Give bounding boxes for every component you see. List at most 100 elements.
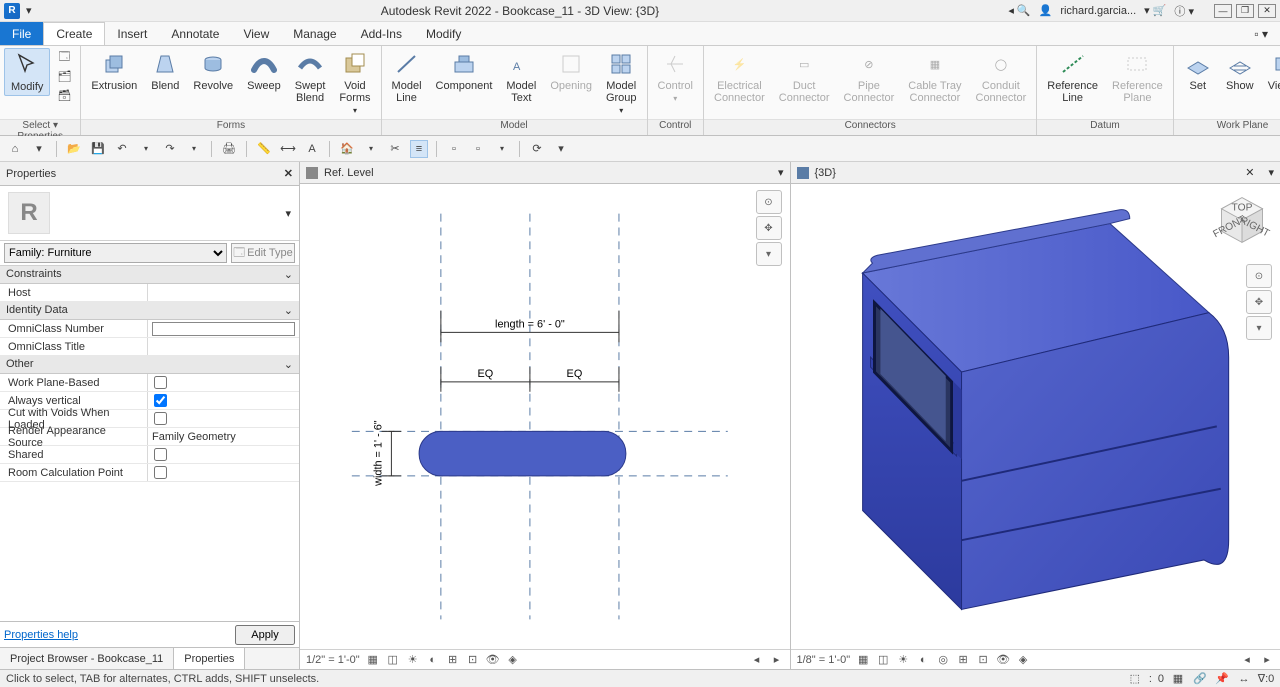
qat-customize-icon[interactable]: ▾ xyxy=(552,140,570,158)
type-properties-button[interactable]: 🗂 xyxy=(52,67,76,85)
modify-button[interactable]: Modify xyxy=(4,48,50,96)
sb-select-icon[interactable]: ⬚ xyxy=(1127,672,1143,686)
cat-constraints[interactable]: Constraints⌄ xyxy=(0,266,299,284)
edit-type-button[interactable]: 🗔Edit Type xyxy=(231,243,295,263)
qat-dd1-icon[interactable]: ▾ xyxy=(30,140,48,158)
collapse-icon[interactable]: ⌄ xyxy=(284,304,293,317)
preview-dd-icon[interactable]: ▾ xyxy=(285,207,291,220)
qat-home-icon[interactable]: ⌂ xyxy=(6,140,24,158)
nav-pan-icon-3d[interactable]: ✥ xyxy=(1246,290,1272,314)
nav-steering-icon-3d[interactable]: ⊙ xyxy=(1246,264,1272,288)
qat-switch-window-icon[interactable]: ▫ xyxy=(469,140,487,158)
canvas-plan[interactable]: length = 6' - 0" EQ EQ width = 1' - 6" ⊙ xyxy=(300,184,790,649)
qat-open-icon[interactable]: 📂 xyxy=(65,140,83,158)
swept-blend-button[interactable]: Swept Blend xyxy=(289,48,332,106)
qat-3d-icon[interactable]: 🏠 xyxy=(338,140,356,158)
menu-create[interactable]: Create xyxy=(43,22,105,45)
vs3-style-icon[interactable]: ◫ xyxy=(876,653,890,667)
qat-sync-icon[interactable]: ⟳ xyxy=(528,140,546,158)
nav-pan-icon[interactable]: ✥ xyxy=(756,216,782,240)
val-omnititle[interactable] xyxy=(148,338,299,355)
extrusion-button[interactable]: Extrusion xyxy=(85,48,143,94)
help-icon[interactable]: ⓘ ▾ xyxy=(1174,3,1194,19)
user-name[interactable]: richard.garcia... xyxy=(1060,5,1136,17)
nav-zoom-icon[interactable]: ▾ xyxy=(756,242,782,266)
cart-icon[interactable]: ▾ 🛒 xyxy=(1144,4,1166,17)
collapse-icon[interactable]: ⌄ xyxy=(284,358,293,371)
vs-scroll-right-icon[interactable]: ▸ xyxy=(770,653,784,667)
menu-insert[interactable]: Insert xyxy=(105,22,159,45)
component-button[interactable]: Component xyxy=(430,48,499,94)
view-menu-icon-3d[interactable]: ▾ xyxy=(1268,166,1274,179)
sb-filter-icon[interactable]: ▦ xyxy=(1170,672,1186,686)
qat-save-icon[interactable]: 💾 xyxy=(89,140,107,158)
model-text-button[interactable]: AModel Text xyxy=(500,48,542,106)
vs3-crop-icon[interactable]: ⊞ xyxy=(956,653,970,667)
tab-properties[interactable]: Properties xyxy=(174,648,245,669)
vs-shadow-icon[interactable]: ◐ xyxy=(426,653,440,667)
menu-annotate[interactable]: Annotate xyxy=(159,22,231,45)
vs3-detail-icon[interactable]: ▦ xyxy=(856,653,870,667)
vs-hide-icon[interactable]: 👁 xyxy=(486,653,500,667)
view-menu-icon[interactable]: ▾ xyxy=(778,166,784,179)
close-button[interactable]: ✕ xyxy=(1258,4,1276,18)
vs3-scroll-left-icon[interactable]: ◂ xyxy=(1240,653,1254,667)
canvas-3d[interactable]: TOP FRONT RIGHT ⊙ ✥ ▾ xyxy=(791,184,1280,649)
family-types-button[interactable]: 🗃 xyxy=(52,86,76,104)
search-icon[interactable]: ◂ 🔍 xyxy=(1008,4,1030,17)
qat-text-icon[interactable]: A xyxy=(303,140,321,158)
qat-close-inactive-icon[interactable]: ▫ xyxy=(445,140,463,158)
minimize-button[interactable]: — xyxy=(1214,4,1232,18)
properties-help-link[interactable]: Properties help xyxy=(4,629,78,641)
vs3-render-icon[interactable]: ◎ xyxy=(936,653,950,667)
qat-undo-dd-icon[interactable]: ▾ xyxy=(137,140,155,158)
scale-3d[interactable]: 1/8" = 1'-0" xyxy=(797,654,851,666)
vs-style-icon[interactable]: ◫ xyxy=(386,653,400,667)
vs3-shadow-icon[interactable]: ◐ xyxy=(916,653,930,667)
render-source-value[interactable]: Family Geometry xyxy=(148,428,299,445)
menu-addins[interactable]: Add-Ins xyxy=(349,22,414,45)
vs-detail-icon[interactable]: ▦ xyxy=(366,653,380,667)
vs3-scroll-right-icon[interactable]: ▸ xyxy=(1260,653,1274,667)
qat-section-icon[interactable]: ✂ xyxy=(386,140,404,158)
cut-voids-checkbox[interactable] xyxy=(154,412,167,425)
vs3-crop2-icon[interactable]: ⊡ xyxy=(976,653,990,667)
void-forms-button[interactable]: Void Forms▾ xyxy=(333,48,376,117)
menu-view[interactable]: View xyxy=(231,22,281,45)
qat-3d-dd-icon[interactable]: ▾ xyxy=(362,140,380,158)
vs-reveal-icon[interactable]: ◈ xyxy=(506,653,520,667)
sb-drag-icon[interactable]: ↔ xyxy=(1236,672,1252,686)
room-calc-checkbox[interactable] xyxy=(154,466,167,479)
reference-line-button[interactable]: Reference Line xyxy=(1041,48,1104,106)
show-workplane-button[interactable]: Show xyxy=(1220,48,1260,94)
vs3-reveal-icon[interactable]: ◈ xyxy=(1016,653,1030,667)
menu-file[interactable]: File xyxy=(0,22,43,45)
user-icon[interactable]: 👤 xyxy=(1039,4,1053,17)
blend-button[interactable]: Blend xyxy=(145,48,185,94)
always-vertical-checkbox[interactable] xyxy=(154,394,167,407)
ribbon-collapse-button[interactable]: ▫ ▾ xyxy=(1242,22,1280,45)
set-workplane-button[interactable]: Set xyxy=(1178,48,1218,94)
model-line-button[interactable]: Model Line xyxy=(386,48,428,106)
cat-other[interactable]: Other⌄ xyxy=(0,356,299,374)
view-close-3d[interactable]: ✕ xyxy=(1245,166,1254,179)
qat-thin-lines-icon[interactable]: ≡ xyxy=(410,140,428,158)
qat-print-icon[interactable]: 🖨 xyxy=(220,140,238,158)
sb-funnel-icon[interactable]: ∇:0 xyxy=(1258,672,1274,686)
vs3-sun-icon[interactable]: ☀ xyxy=(896,653,910,667)
nav-zoom-icon-3d[interactable]: ▾ xyxy=(1246,316,1272,340)
properties-close-button[interactable]: ✕ xyxy=(284,167,293,180)
val-host[interactable] xyxy=(148,284,299,301)
sweep-button[interactable]: Sweep xyxy=(241,48,287,94)
restore-button[interactable]: ❐ xyxy=(1236,4,1254,18)
menu-manage[interactable]: Manage xyxy=(281,22,348,45)
shared-checkbox[interactable] xyxy=(154,448,167,461)
viewcube[interactable]: TOP FRONT RIGHT xyxy=(1214,192,1270,248)
family-type-select[interactable]: Family: Furniture xyxy=(4,243,227,263)
qat-redo-dd-icon[interactable]: ▾ xyxy=(185,140,203,158)
collapse-icon[interactable]: ⌄ xyxy=(284,268,293,281)
properties-button[interactable]: 🗔 xyxy=(52,48,76,66)
menu-modify[interactable]: Modify xyxy=(414,22,473,45)
scale-plan[interactable]: 1/2" = 1'-0" xyxy=(306,654,360,666)
viewer-workplane-button[interactable]: Viewer xyxy=(1262,48,1280,94)
